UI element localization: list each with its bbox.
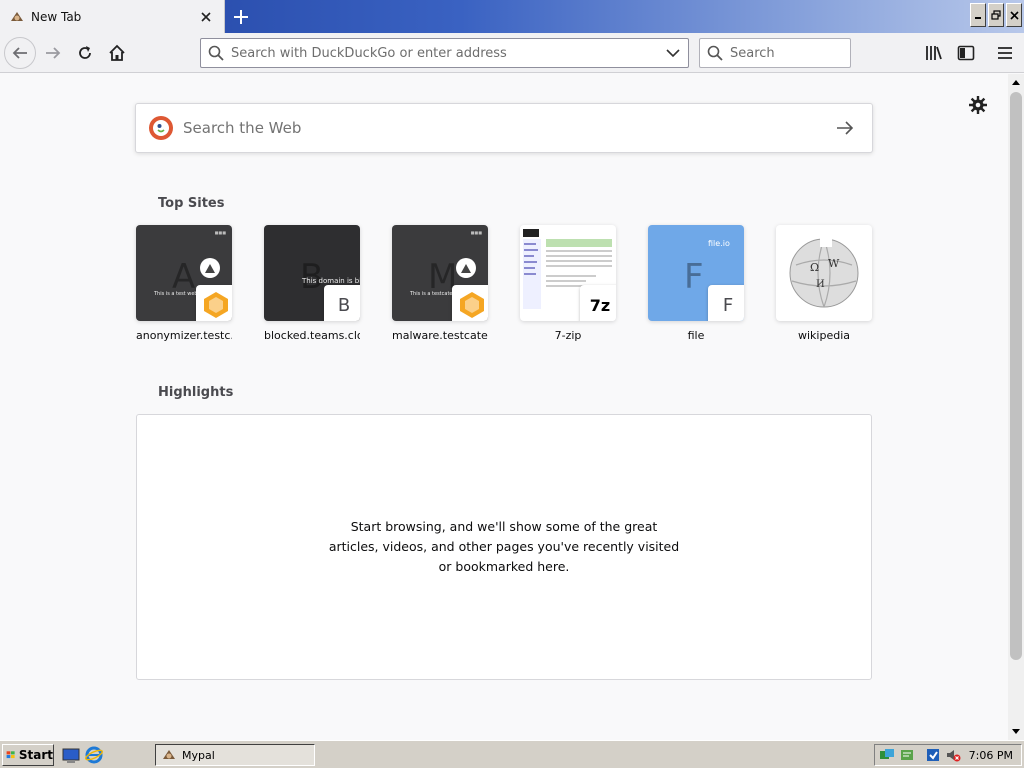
start-button[interactable]: Start xyxy=(2,744,54,766)
svg-text:Ω: Ω xyxy=(810,261,819,274)
highlights-heading: Highlights xyxy=(158,385,234,400)
site-badge-letter: B xyxy=(324,285,360,321)
site-label: 7-zip xyxy=(554,329,582,342)
home-icon xyxy=(109,44,125,61)
thumbnail-header-icon: ■■■ xyxy=(214,230,226,235)
wikipedia-globe-icon: Ω W И xyxy=(789,237,859,308)
new-tab-page: Top Sites ■■■ A This is a test website a… xyxy=(0,74,1008,740)
tray-app-icon[interactable] xyxy=(899,747,915,763)
highlights-empty-message: Start browsing, and we'll show some of t… xyxy=(328,519,680,574)
mypal-icon xyxy=(163,750,175,759)
vertical-scrollbar[interactable] xyxy=(1008,74,1024,740)
duckduckgo-logo-icon xyxy=(149,116,173,140)
sidebar-icon xyxy=(957,45,975,61)
search-bar[interactable] xyxy=(699,38,851,68)
site-badge-icon xyxy=(452,285,488,321)
address-input[interactable] xyxy=(231,40,658,66)
top-site-file[interactable]: file.io F F file xyxy=(648,225,744,342)
top-site-anonymizer[interactable]: ■■■ A This is a test website anonymizer.… xyxy=(136,225,232,342)
dropdown-icon[interactable] xyxy=(658,48,688,58)
tab-title: New Tab xyxy=(31,9,82,24)
warning-icon xyxy=(456,258,476,278)
site-thumbnail: 7z xyxy=(520,225,616,321)
reload-button[interactable] xyxy=(69,37,101,69)
thumbnail-header-icon: ■■■ xyxy=(470,230,482,235)
minimize-button[interactable] xyxy=(970,3,986,27)
highlights-empty-box: Start browsing, and we'll show some of t… xyxy=(136,414,872,680)
thumbnail-caption: This is a testcate xyxy=(410,291,453,297)
plus-icon xyxy=(234,10,248,24)
site-label: malware.testcate... xyxy=(392,329,488,342)
site-badge-letter: F xyxy=(708,285,744,321)
navigation-toolbar xyxy=(0,33,1024,73)
thumbnail-caption: file.io xyxy=(708,239,730,248)
reload-icon xyxy=(79,46,91,59)
show-desktop-icon[interactable] xyxy=(62,746,80,764)
library-icon xyxy=(926,46,942,60)
site-thumbnail: B This domain is bloc B xyxy=(264,225,360,321)
home-button[interactable] xyxy=(101,37,133,69)
volume-muted-icon[interactable] xyxy=(945,747,961,763)
close-icon[interactable] xyxy=(196,7,216,27)
svg-text:И: И xyxy=(816,279,825,290)
top-site-7zip[interactable]: 7z 7-zip xyxy=(520,225,616,342)
clock: 7:06 PM xyxy=(968,748,1013,762)
system-tray: 7:06 PM xyxy=(874,744,1022,766)
windows-logo-icon xyxy=(6,751,15,759)
menu-button[interactable] xyxy=(989,37,1021,69)
search-input[interactable] xyxy=(730,40,850,66)
new-tab-button[interactable] xyxy=(228,4,254,30)
forward-icon xyxy=(46,47,61,59)
top-site-wikipedia[interactable]: Ω W И wikipedia xyxy=(776,225,872,342)
restore-button[interactable] xyxy=(988,3,1004,27)
start-label: Start xyxy=(18,748,53,762)
taskbar-item-mypal[interactable]: Mypal xyxy=(155,744,315,766)
taskbar-item-label: Mypal xyxy=(182,748,215,762)
scroll-up-arrow-icon[interactable] xyxy=(1008,74,1024,90)
site-thumbnail: ■■■ A This is a test website xyxy=(136,225,232,321)
close-window-button[interactable] xyxy=(1006,3,1022,27)
taskbar: Start Mypal 7:06 PM xyxy=(0,740,1024,768)
network-icon[interactable] xyxy=(879,747,895,763)
arrow-right-icon[interactable] xyxy=(830,113,860,143)
thumbnail-caption: This domain is bloc xyxy=(302,277,360,285)
warning-icon xyxy=(200,258,220,278)
forward-button[interactable] xyxy=(37,37,69,69)
site-label: anonymizer.testc... xyxy=(136,329,232,342)
security-icon[interactable] xyxy=(925,747,941,763)
search-icon xyxy=(201,45,231,61)
library-button[interactable] xyxy=(918,37,950,69)
top-sites-grid: ■■■ A This is a test website anonymizer.… xyxy=(136,225,876,355)
top-sites-heading: Top Sites xyxy=(158,196,225,211)
mypal-favicon-icon xyxy=(11,11,23,21)
site-label: wikipedia xyxy=(797,329,850,342)
web-search-input[interactable] xyxy=(183,119,830,137)
gear-icon[interactable] xyxy=(967,94,989,116)
scrollbar-thumb[interactable] xyxy=(1010,92,1022,660)
scroll-down-arrow-icon[interactable] xyxy=(1008,724,1024,740)
web-search-box[interactable] xyxy=(135,103,873,153)
site-letter: F xyxy=(684,257,704,297)
menu-icon xyxy=(998,47,1012,59)
back-button[interactable] xyxy=(4,37,36,69)
window-controls xyxy=(970,3,1022,27)
address-bar[interactable] xyxy=(200,38,689,68)
back-icon xyxy=(12,47,27,59)
site-label: blocked.teams.clo... xyxy=(264,329,360,342)
search-icon xyxy=(700,45,730,61)
sidebar-button[interactable] xyxy=(950,37,982,69)
top-site-blocked[interactable]: B This domain is bloc B blocked.teams.cl… xyxy=(264,225,360,342)
site-thumbnail: ■■■ M This is a testcate xyxy=(392,225,488,321)
tab-strip: New Tab xyxy=(0,0,1024,33)
internet-explorer-icon[interactable] xyxy=(85,746,103,764)
tab-new-tab[interactable]: New Tab xyxy=(0,0,225,33)
site-thumbnail: Ω W И xyxy=(776,225,872,321)
site-badge-icon xyxy=(196,285,232,321)
site-label: file xyxy=(687,329,705,342)
svg-text:W: W xyxy=(828,257,840,270)
site-badge-logo: 7z xyxy=(580,285,616,321)
site-thumbnail: file.io F F xyxy=(648,225,744,321)
top-site-malware[interactable]: ■■■ M This is a testcate malware.testcat… xyxy=(392,225,488,342)
